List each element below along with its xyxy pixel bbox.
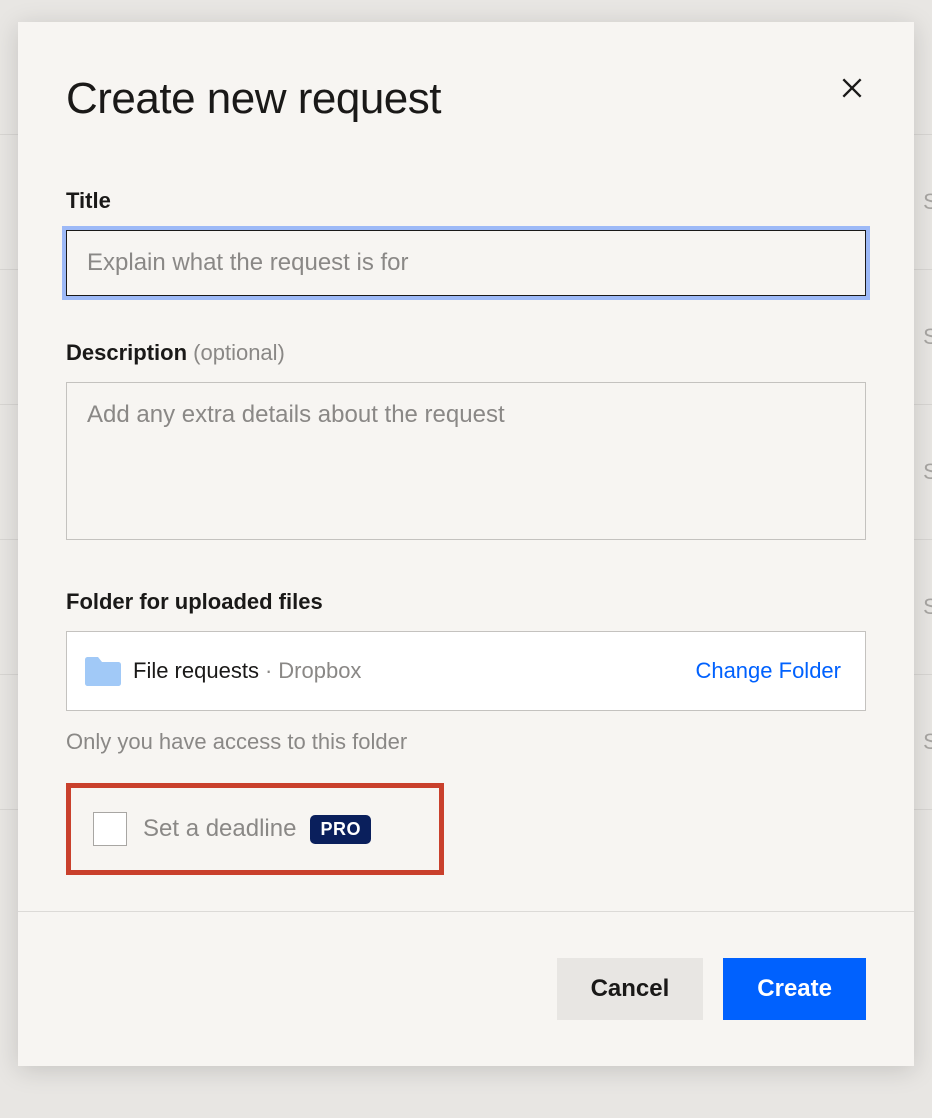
description-label-text: Description bbox=[66, 340, 187, 365]
modal-footer: Cancel Create bbox=[18, 911, 914, 1066]
bg-row-text: Su bbox=[923, 729, 932, 755]
description-label: Description (optional) bbox=[66, 340, 866, 366]
folder-access-note: Only you have access to this folder bbox=[66, 729, 866, 755]
description-field-group: Description (optional) bbox=[66, 340, 866, 545]
folder-name: File requests bbox=[133, 658, 259, 684]
title-label: Title bbox=[66, 188, 866, 214]
close-button[interactable] bbox=[834, 70, 870, 106]
bg-row-text: Su bbox=[923, 324, 932, 350]
folder-location: Dropbox bbox=[278, 658, 361, 684]
create-button[interactable]: Create bbox=[723, 958, 866, 1020]
bg-row-text: Su bbox=[923, 459, 932, 485]
description-input[interactable] bbox=[66, 382, 866, 540]
pro-badge: PRO bbox=[310, 815, 371, 844]
folder-field-group: Folder for uploaded files File requests … bbox=[66, 589, 866, 755]
close-icon bbox=[839, 75, 865, 101]
deadline-highlight-box: Set a deadline PRO bbox=[66, 783, 444, 875]
description-optional-suffix: (optional) bbox=[193, 340, 285, 365]
bg-row-text: Su bbox=[923, 594, 932, 620]
folder-selector: File requests · Dropbox Change Folder bbox=[66, 631, 866, 711]
modal-title: Create new request bbox=[66, 74, 866, 124]
cancel-button[interactable]: Cancel bbox=[557, 958, 704, 1020]
title-field-group: Title bbox=[66, 188, 866, 296]
deadline-label: Set a deadline bbox=[143, 815, 296, 843]
create-request-modal: Create new request Title Description (op… bbox=[18, 22, 914, 1066]
title-input[interactable] bbox=[66, 230, 866, 296]
folder-separator: · bbox=[265, 658, 272, 684]
folder-icon bbox=[83, 654, 123, 688]
folder-label: Folder for uploaded files bbox=[66, 589, 866, 615]
bg-row-text: Su bbox=[923, 189, 932, 215]
deadline-checkbox[interactable] bbox=[93, 812, 127, 846]
change-folder-button[interactable]: Change Folder bbox=[695, 658, 841, 684]
